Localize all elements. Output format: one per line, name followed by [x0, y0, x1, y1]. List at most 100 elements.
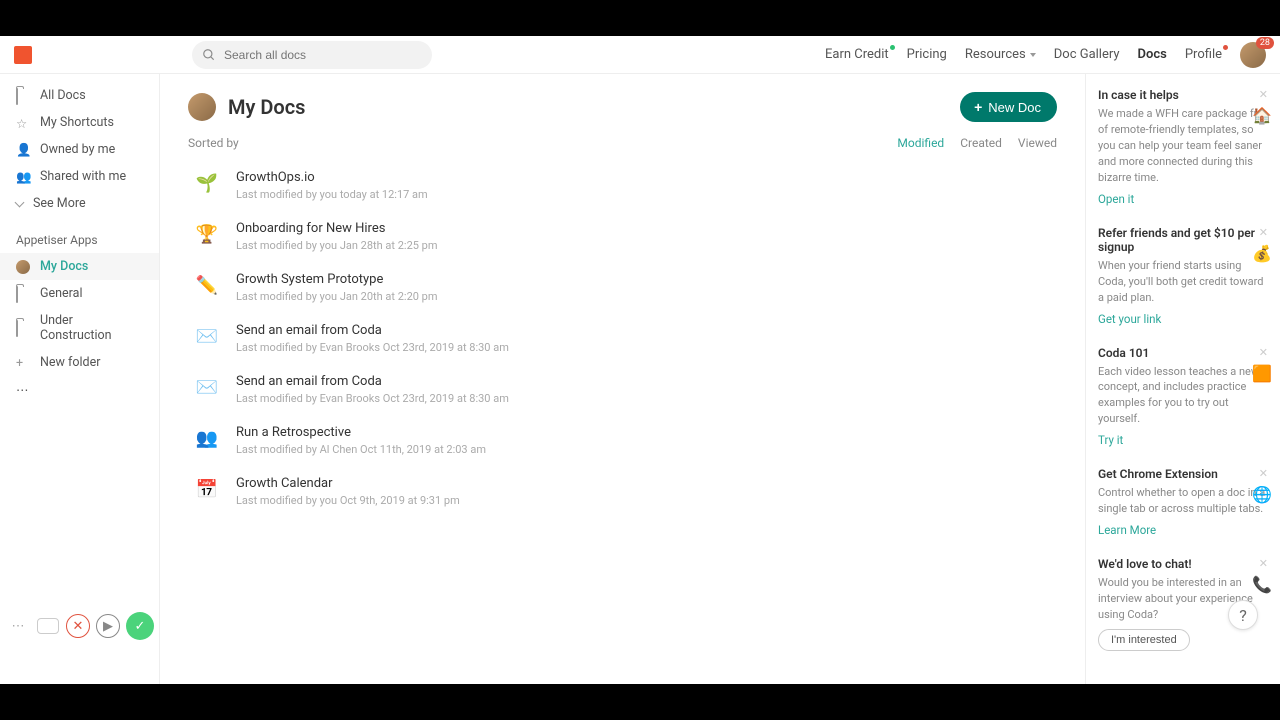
doc-icon: ✉️ — [194, 374, 220, 400]
doc-meta: Last modified by you today at 12:17 am — [236, 188, 428, 201]
avatar-icon — [16, 260, 30, 274]
promo-card: ✕ Get Chrome Extension Control whether t… — [1098, 467, 1268, 537]
card-body: When your friend starts using Coda, you'… — [1098, 258, 1268, 306]
doc-row[interactable]: ✏️ Growth System Prototype Last modified… — [188, 262, 1057, 313]
card-link[interactable]: Try it — [1098, 433, 1123, 447]
close-icon[interactable]: ✕ — [1259, 467, 1268, 480]
card-body: Each video lesson teaches a new concept,… — [1098, 364, 1268, 428]
avatar-badge: 28 — [1256, 37, 1274, 49]
doc-title: GrowthOps.io — [236, 170, 428, 185]
close-icon[interactable]: ✕ — [1259, 346, 1268, 359]
nav-earn-credit[interactable]: Earn Credit — [825, 47, 889, 62]
nav-resources[interactable]: Resources — [965, 47, 1036, 62]
card-link[interactable]: Learn More — [1098, 523, 1156, 537]
sidebar-item-label: General — [40, 286, 83, 301]
sidebar-item-label: Shared with me — [40, 169, 126, 184]
doc-icon: 📅 — [194, 476, 220, 502]
play-button[interactable]: ▶ — [96, 614, 120, 638]
doc-title: Growth Calendar — [236, 476, 460, 491]
doc-title: Onboarding for New Hires — [236, 221, 438, 236]
plus-icon: + — [974, 99, 982, 115]
doc-row[interactable]: 🌱 GrowthOps.io Last modified by you toda… — [188, 160, 1057, 211]
record-button[interactable] — [36, 614, 60, 638]
sidebar: All Docs ☆My Shortcuts 👤Owned by me 👥Sha… — [0, 74, 160, 684]
doc-title: Send an email from Coda — [236, 323, 509, 338]
more-icon: ⋯ — [16, 382, 29, 398]
help-button[interactable]: ? — [1228, 600, 1258, 630]
sidebar-item-label: New folder — [40, 355, 100, 370]
nav-doc-gallery[interactable]: Doc Gallery — [1054, 47, 1120, 62]
doc-row[interactable]: ✉️ Send an email from Coda Last modified… — [188, 313, 1057, 364]
search-icon — [202, 48, 216, 62]
sort-created[interactable]: Created — [960, 136, 1002, 150]
card-title: Coda 101 — [1098, 346, 1268, 360]
page-avatar — [188, 93, 216, 121]
nav-label: Resources — [965, 47, 1026, 62]
sidebar-item-under-construction[interactable]: Under Construction — [0, 307, 159, 349]
doc-row[interactable]: 🏆 Onboarding for New Hires Last modified… — [188, 211, 1057, 262]
search-input[interactable] — [192, 41, 432, 69]
sidebar-item-label: My Docs — [40, 259, 88, 274]
sidebar-item-all-docs[interactable]: All Docs — [0, 82, 159, 109]
card-body: Control whether to open a doc in a singl… — [1098, 485, 1268, 517]
avatar[interactable]: 28 — [1240, 42, 1266, 68]
sidebar-item-label: Owned by me — [40, 142, 115, 157]
doc-row[interactable]: ✉️ Send an email from Coda Last modified… — [188, 364, 1057, 415]
sort-viewed[interactable]: Viewed — [1018, 136, 1057, 150]
doc-row[interactable]: 📅 Growth Calendar Last modified by you O… — [188, 466, 1057, 517]
chevron-down-icon — [1030, 53, 1036, 57]
sidebar-item-new-folder[interactable]: + New folder — [0, 349, 159, 376]
promo-card: ✕ Coda 101 Each video lesson teaches a n… — [1098, 346, 1268, 448]
nav-docs[interactable]: Docs — [1138, 47, 1167, 62]
sidebar-item-label: See More — [33, 196, 86, 211]
card-icon: 📞 — [1252, 575, 1272, 595]
button-label: New Doc — [988, 100, 1041, 115]
sidebar-item-general[interactable]: General — [0, 280, 159, 307]
card-body: We made a WFH care package full of remot… — [1098, 106, 1268, 186]
sidebar-item-label: Under Construction — [40, 313, 143, 343]
nav-pricing[interactable]: Pricing — [907, 47, 947, 62]
right-panel: ✕ In case it helps We made a WFH care pa… — [1086, 74, 1280, 684]
close-icon[interactable]: ✕ — [1259, 557, 1268, 570]
sidebar-item-label: My Shortcuts — [40, 115, 114, 130]
promo-card: ✕ Refer friends and get $10 per signup W… — [1098, 226, 1268, 326]
card-title: In case it helps — [1098, 88, 1268, 102]
new-doc-button[interactable]: + New Doc — [960, 92, 1057, 122]
page-title: My Docs — [228, 95, 305, 119]
confirm-button[interactable]: ✓ — [126, 612, 154, 640]
sidebar-item-owned[interactable]: 👤Owned by me — [0, 136, 159, 163]
doc-title: Send an email from Coda — [236, 374, 509, 389]
sidebar-item-see-more[interactable]: See More — [0, 190, 159, 217]
sidebar-item-shared[interactable]: 👥Shared with me — [0, 163, 159, 190]
card-button[interactable]: I'm interested — [1098, 629, 1190, 651]
doc-meta: Last modified by you Jan 20th at 2:20 pm — [236, 290, 438, 303]
cancel-button[interactable]: ✕ — [66, 614, 90, 638]
doc-icon: ✉️ — [194, 323, 220, 349]
doc-icon: 🏆 — [194, 221, 220, 247]
nav-profile[interactable]: Profile — [1185, 47, 1222, 62]
sidebar-item-my-docs[interactable]: My Docs — [0, 253, 159, 280]
sidebar-item-label: All Docs — [40, 88, 86, 103]
app-logo[interactable] — [14, 46, 32, 64]
doc-row[interactable]: 👥 Run a Retrospective Last modified by A… — [188, 415, 1057, 466]
sidebar-section-label: Appetiser Apps — [0, 217, 159, 253]
doc-icon: 🌱 — [194, 170, 220, 196]
sort-modified[interactable]: Modified — [897, 136, 944, 150]
doc-icon: 👥 — [194, 425, 220, 451]
sidebar-item-more[interactable]: ⋯ — [0, 376, 159, 404]
more-icon[interactable]: ⋯ — [6, 614, 30, 638]
plus-icon: + — [16, 356, 30, 370]
card-icon: 🟧 — [1252, 364, 1272, 384]
nav-label: Profile — [1185, 47, 1222, 62]
doc-title: Growth System Prototype — [236, 272, 438, 287]
card-link[interactable]: Open it — [1098, 192, 1134, 206]
card-title: Get Chrome Extension — [1098, 467, 1268, 481]
card-icon: 💰 — [1252, 244, 1272, 264]
sidebar-item-shortcuts[interactable]: ☆My Shortcuts — [0, 109, 159, 136]
card-link[interactable]: Get your link — [1098, 312, 1161, 326]
doc-icon: ✏️ — [194, 272, 220, 298]
doc-meta: Last modified by Al Chen Oct 11th, 2019 … — [236, 443, 486, 456]
card-title: Refer friends and get $10 per signup — [1098, 226, 1268, 254]
close-icon[interactable]: ✕ — [1259, 88, 1268, 101]
close-icon[interactable]: ✕ — [1259, 226, 1268, 239]
